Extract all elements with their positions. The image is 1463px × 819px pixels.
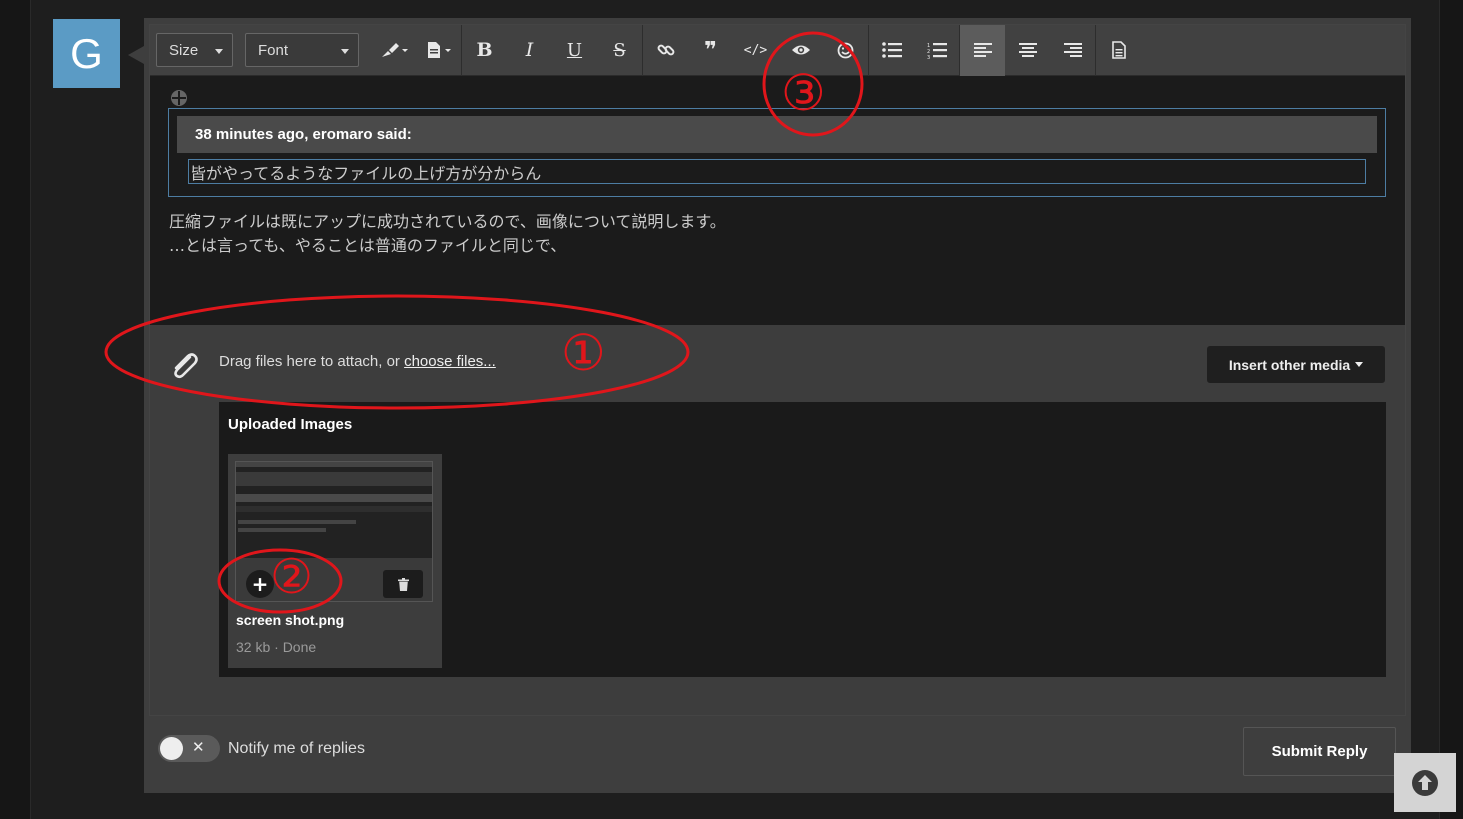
italic-icon: I <box>525 39 534 61</box>
font-size-select[interactable]: Size <box>156 33 233 67</box>
quote-icon: ❞ <box>704 37 717 63</box>
attach-prompt-text: Drag files here to attach, or <box>219 353 405 370</box>
bold-button[interactable]: B <box>462 25 507 76</box>
trash-icon <box>397 577 409 591</box>
file-thumbnail[interactable]: + <box>235 461 433 602</box>
align-left-button[interactable] <box>960 24 1005 76</box>
post-body[interactable]: 圧縮ファイルは既にアップに成功されているので、画像について説明します。 …とは言… <box>169 210 726 258</box>
italic-button[interactable]: I <box>507 25 552 76</box>
font-family-label: Font <box>258 41 289 59</box>
quote-button[interactable]: ❞ <box>688 25 733 76</box>
move-handle-icon[interactable] <box>170 89 188 107</box>
smiley-icon <box>837 42 854 58</box>
chevron-down-icon <box>215 49 223 54</box>
emoji-button[interactable] <box>823 25 868 76</box>
align-center-icon <box>1018 42 1037 57</box>
quote-header: 38 minutes ago, eromaro said: <box>177 116 1377 153</box>
color-icon <box>381 43 408 57</box>
annotation-number-two: ② <box>270 549 314 605</box>
attach-prompt: Drag files here to attach, or choose fil… <box>219 353 496 370</box>
chevron-down-icon <box>1355 362 1364 367</box>
underline-button[interactable]: U <box>552 25 597 76</box>
bullet-list-icon <box>881 42 902 58</box>
numbered-list-button[interactable]: 123 <box>914 25 959 76</box>
bullet-list-button[interactable] <box>869 25 914 76</box>
font-size-label: Size <box>169 41 199 59</box>
insert-media-label: Insert other media <box>1228 356 1351 373</box>
uploaded-images-title: Uploaded Images <box>228 416 353 433</box>
delete-image-button[interactable] <box>383 570 423 598</box>
post-body-line: 圧縮ファイルは既にアップに成功されているので、画像について説明します。 <box>169 212 726 231</box>
notify-label: Notify me of replies <box>228 740 365 757</box>
preview-eye-icon <box>791 45 810 55</box>
submit-reply-button[interactable]: Submit Reply <box>1243 727 1396 776</box>
insert-other-media-button[interactable]: Insert other media <box>1207 346 1385 383</box>
notify-toggle[interactable]: ✕ <box>158 735 220 762</box>
align-center-button[interactable] <box>1005 25 1050 76</box>
code-button[interactable]: </> <box>733 25 778 76</box>
scroll-to-top-button[interactable] <box>1394 753 1456 812</box>
uploaded-images-panel: Uploaded Images + screen shot.png 32 kb … <box>219 402 1386 677</box>
annotation-number-three: ③ <box>781 64 826 122</box>
document-icon <box>1111 41 1126 59</box>
arrow-up-icon <box>1412 769 1438 796</box>
paragraph-icon <box>427 42 451 58</box>
align-right-icon <box>1063 42 1082 57</box>
link-icon <box>657 44 674 56</box>
color-button[interactable] <box>371 25 416 76</box>
align-right-button[interactable] <box>1050 25 1095 76</box>
avatar[interactable]: G <box>53 19 120 88</box>
plus-icon: + <box>251 572 269 596</box>
chevron-down-icon <box>341 49 349 54</box>
bold-icon: B <box>476 39 493 61</box>
font-family-select[interactable]: Font <box>245 33 359 67</box>
numbered-list-icon: 123 <box>927 42 947 59</box>
quote-block[interactable]: 38 minutes ago, eromaro said: 皆がやってるようなフ… <box>168 108 1386 197</box>
quote-body[interactable]: 皆がやってるようなファイルの上げ方が分からん <box>188 159 1366 184</box>
file-card[interactable]: + screen shot.png 32 kb · Done <box>228 454 442 668</box>
annotation-number-one: ① <box>561 324 606 382</box>
svg-text:3: 3 <box>927 55 930 59</box>
file-name: screen shot.png <box>236 612 345 628</box>
post-body-line: …とは言っても、やることは普通のファイルと同じで、 <box>169 236 567 255</box>
code-icon: </> <box>743 42 768 58</box>
choose-files-link[interactable]: choose files... <box>404 353 496 370</box>
document-button[interactable] <box>1096 25 1141 76</box>
toggle-knob <box>160 737 183 760</box>
editor-content[interactable]: 38 minutes ago, eromaro said: 皆がやってるようなフ… <box>150 76 1405 325</box>
align-left-icon <box>973 42 992 57</box>
avatar-pointer <box>128 46 144 64</box>
link-button[interactable] <box>643 25 688 76</box>
underline-icon: U <box>566 39 583 61</box>
editor-toolbar: Size Font B I U S ❞ </> 123 <box>150 24 1405 76</box>
paragraph-button[interactable] <box>416 25 461 76</box>
file-meta: 32 kb · Done <box>236 639 317 655</box>
avatar-letter: G <box>70 29 103 77</box>
strikethrough-icon: S <box>613 39 626 61</box>
rich-text-editor: Size Font B I U S ❞ </> 123 38 minutes a… <box>149 24 1406 716</box>
attachment-area[interactable]: Drag files here to attach, or choose fil… <box>150 325 1405 715</box>
strikethrough-button[interactable]: S <box>597 25 642 76</box>
paperclip-icon <box>174 353 198 379</box>
close-icon: ✕ <box>192 738 205 756</box>
